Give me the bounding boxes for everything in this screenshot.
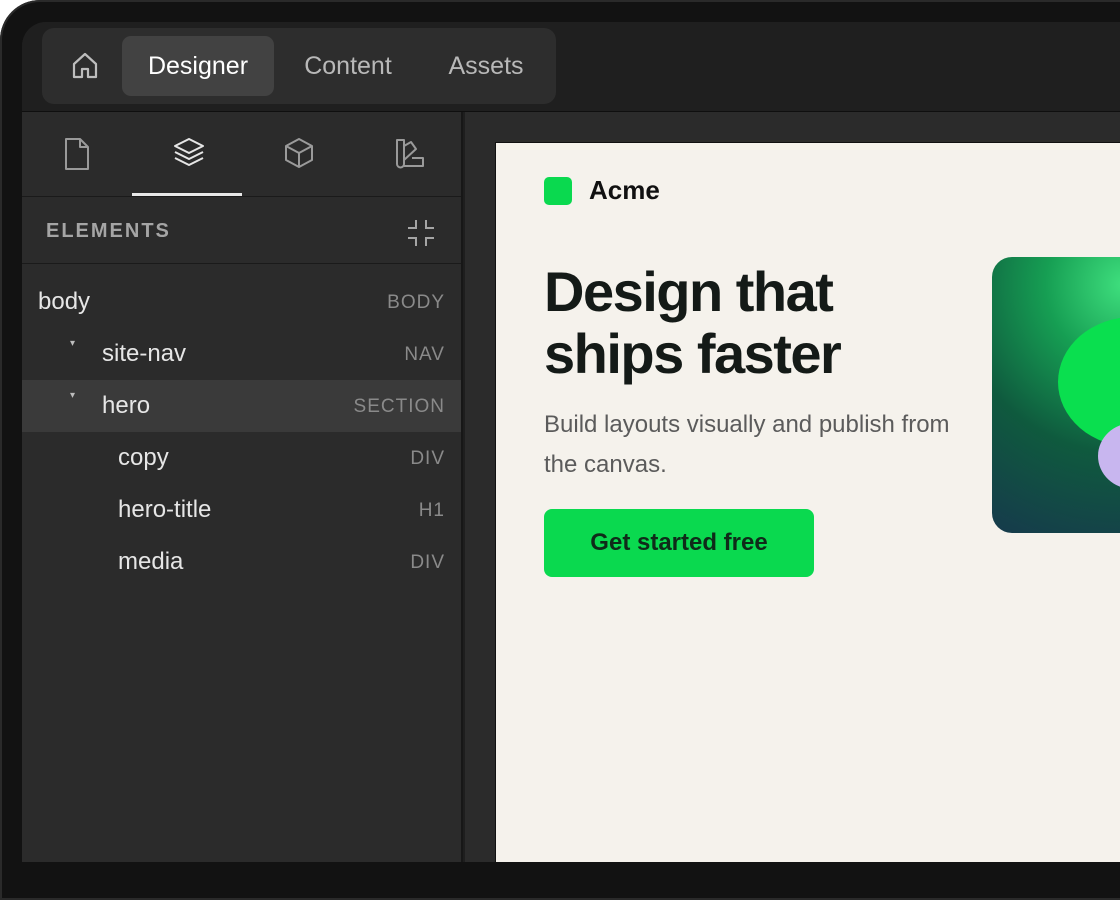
brand-name[interactable]: Acme [589,175,660,206]
collapse-icon [408,220,434,246]
tree-row-copy[interactable]: copy DIV [22,432,461,484]
design-canvas[interactable]: Acme Design that ships faster Build layo… [465,112,1120,862]
tree-row-body[interactable]: body BODY [22,276,461,328]
tab-layers[interactable] [132,112,242,196]
tree-item-tag: NAV [404,344,445,365]
hero-title[interactable]: Design that ships faster [544,261,964,385]
tab-components[interactable] [242,112,352,196]
tree-item-name: body [38,288,91,315]
caret-icon[interactable]: ▾ [70,390,75,401]
tree-row-hero-title[interactable]: hero-title H1 [22,484,461,536]
page-preview[interactable]: Acme Design that ships faster Build layo… [495,142,1120,862]
editor-window: Designer Content Assets ELEMENTS body BO… [22,22,1120,862]
tree-item-name: hero [102,392,151,419]
mode-switcher: Designer Content Assets [42,28,556,104]
page-icon [65,138,89,170]
tree-item-tag: SECTION [353,396,445,417]
tree-item-name: copy [118,444,169,471]
home-button[interactable] [50,36,118,96]
tree-item-tag: DIV [410,448,445,469]
caret-icon[interactable]: ▾ [70,338,75,349]
tree-item-name: hero-title [118,496,212,523]
hero-subtitle[interactable]: Build layouts visually and publish from … [544,405,964,485]
collapse-button[interactable] [406,218,436,248]
tree-item-tag: DIV [410,552,445,573]
tab-styles[interactable] [352,112,462,196]
layers-icon [174,138,204,166]
tree-row-site-nav[interactable]: ▾ site-nav NAV [22,328,461,380]
panel-tabs [22,112,461,197]
get-started-button[interactable]: Get started free [544,509,814,577]
tab-designer[interactable]: Designer [122,36,274,96]
brand-logo-mark [544,177,572,205]
tree-item-name: site-nav [102,340,187,367]
tree-row-hero[interactable]: ▾ hero SECTION [22,380,461,432]
media-orb-green [1058,317,1120,447]
elements-header: ELEMENTS [22,198,461,264]
tree-row-media[interactable]: media DIV [22,536,461,588]
swatch-icon [396,139,424,169]
top-bar: Designer Content Assets [22,22,1120,112]
tree-item-tag: H1 [418,500,445,521]
tab-pages[interactable] [22,112,132,196]
device-frame: Designer Content Assets ELEMENTS body BO… [0,0,1120,900]
cube-icon [285,138,313,168]
left-sidebar: ELEMENTS body BODY ▾ site-nav NAV ▾ hero… [22,112,463,862]
tree-item-tag: BODY [387,292,445,313]
tab-content[interactable]: Content [282,36,414,96]
hero-media[interactable] [992,257,1120,533]
tab-assets[interactable]: Assets [422,36,550,96]
home-icon [72,52,98,79]
element-tree: body BODY ▾ site-nav NAV ▾ hero SECTION … [22,276,461,588]
elements-title: ELEMENTS [46,220,171,242]
tree-item-name: media [118,548,184,575]
